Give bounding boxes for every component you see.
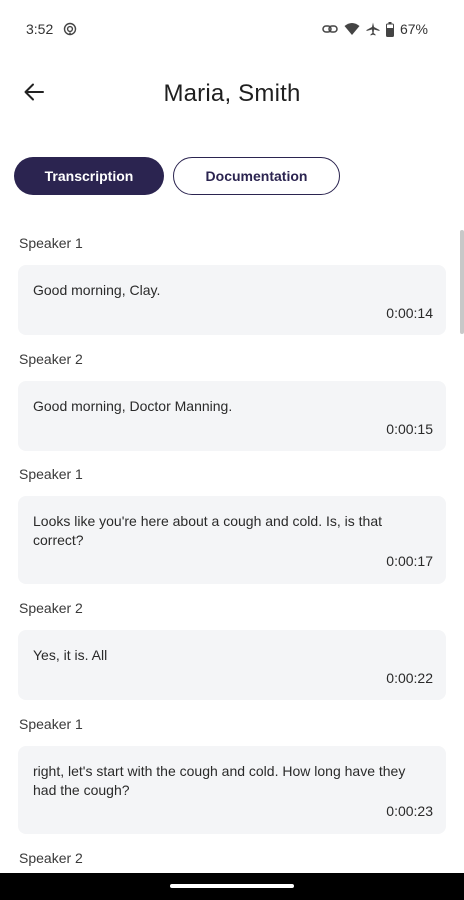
speaker-label: Speaker 1 (19, 716, 83, 732)
battery-icon (385, 21, 394, 37)
tab-documentation[interactable]: Documentation (173, 157, 340, 195)
status-icons: 67% (322, 20, 428, 38)
speaker-label: Speaker 2 (19, 600, 83, 616)
speaker-label: Speaker 1 (19, 466, 83, 482)
message-timestamp: 0:00:14 (386, 305, 433, 321)
system-nav-bar (0, 873, 464, 900)
message-text: Good morning, Clay. (33, 282, 161, 298)
battery-percent: 67% (399, 21, 428, 37)
speaker-label: Speaker 2 (19, 850, 83, 866)
wifi-icon (344, 22, 360, 36)
link-icon (322, 23, 338, 35)
message-bubble: Good morning, Doctor Manning. 0:00:15 (18, 381, 446, 451)
message-timestamp: 0:00:22 (386, 670, 433, 686)
message-text: Yes, it is. All (33, 647, 108, 663)
hotspot-icon (63, 22, 77, 36)
message-timestamp: 0:00:17 (386, 553, 433, 569)
status-bar: 3:52 67% (0, 0, 464, 58)
app-header: Maria, Smith (0, 58, 464, 130)
speaker-label: Speaker 1 (19, 235, 83, 251)
airplane-icon (366, 22, 380, 36)
tab-bar: Transcription Documentation (14, 157, 340, 195)
page-title: Maria, Smith (163, 80, 301, 107)
tab-transcription[interactable]: Transcription (14, 157, 164, 195)
message-bubble: right, let's start with the cough and co… (18, 746, 446, 834)
message-bubble: Looks like you're here about a cough and… (18, 496, 446, 584)
message-text: Good morning, Doctor Manning. (33, 398, 233, 414)
status-time: 3:52 (26, 21, 54, 37)
message-bubble: Good morning, Clay. 0:00:14 (18, 265, 446, 335)
message-bubble: Yes, it is. All 0:00:22 (18, 630, 446, 700)
message-text: Looks like you're here about a cough and… (33, 513, 383, 548)
message-timestamp: 0:00:23 (386, 803, 433, 819)
message-timestamp: 0:00:15 (386, 421, 433, 437)
message-text: right, let's start with the cough and co… (33, 763, 406, 798)
speaker-label: Speaker 2 (19, 351, 83, 367)
transcript-list: Speaker 1 Good morning, Clay. 0:00:14 Sp… (0, 226, 464, 872)
home-gesture-handle[interactable] (170, 884, 294, 888)
